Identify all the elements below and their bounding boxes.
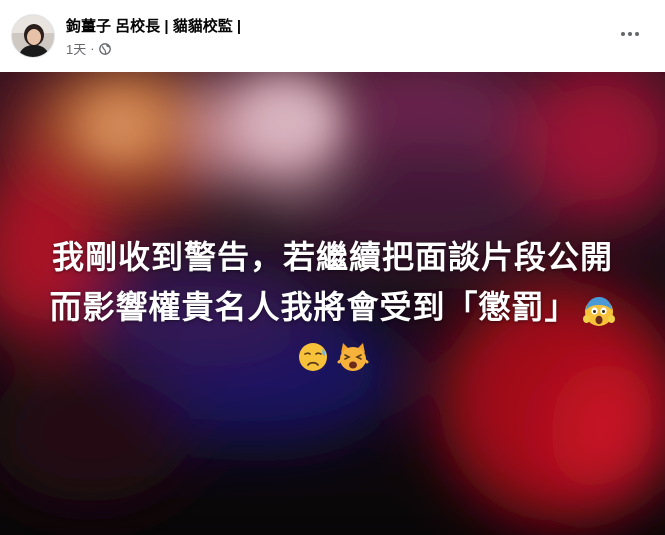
post-timestamp[interactable]: 1天	[66, 39, 86, 58]
post-header: 鉤薑子 呂校長 | 貓貓校監 | 1天 ·	[0, 0, 665, 72]
caption-line-2: 而影響權貴名人我將會受到「懲罰」	[0, 282, 665, 332]
weary-cat-emoji	[336, 338, 370, 372]
image-caption: 我剛收到警告，若繼續把面談片段公開 而影響權貴名人我將會受到「懲罰」	[0, 232, 665, 372]
globe-icon[interactable]	[98, 42, 111, 55]
meta-separator: ·	[90, 41, 95, 56]
avatar-image	[12, 15, 54, 57]
author-avatar[interactable]	[11, 14, 55, 58]
caption-line-2-text: 而影響權貴名人我將會受到「懲罰」	[49, 288, 578, 326]
author-name[interactable]: 鉤薑子 呂校長 | 貓貓校監 |	[66, 15, 241, 36]
facebook-post: 鉤薑子 呂校長 | 貓貓校監 | 1天 · 我剛收到警告，若繼續把面談片段公開 …	[0, 0, 665, 535]
post-image[interactable]: 我剛收到警告，若繼續把面談片段公開 而影響權貴名人我將會受到「懲罰」	[0, 72, 665, 535]
sad-relieved-face-emoji	[296, 338, 330, 372]
emoji-row	[0, 338, 665, 372]
caption-line-1: 我剛收到警告，若繼續把面談片段公開	[51, 238, 613, 276]
more-options-icon[interactable]	[617, 24, 643, 44]
face-screaming-in-fear-emoji	[582, 292, 616, 326]
post-meta: 1天 ·	[66, 39, 111, 58]
